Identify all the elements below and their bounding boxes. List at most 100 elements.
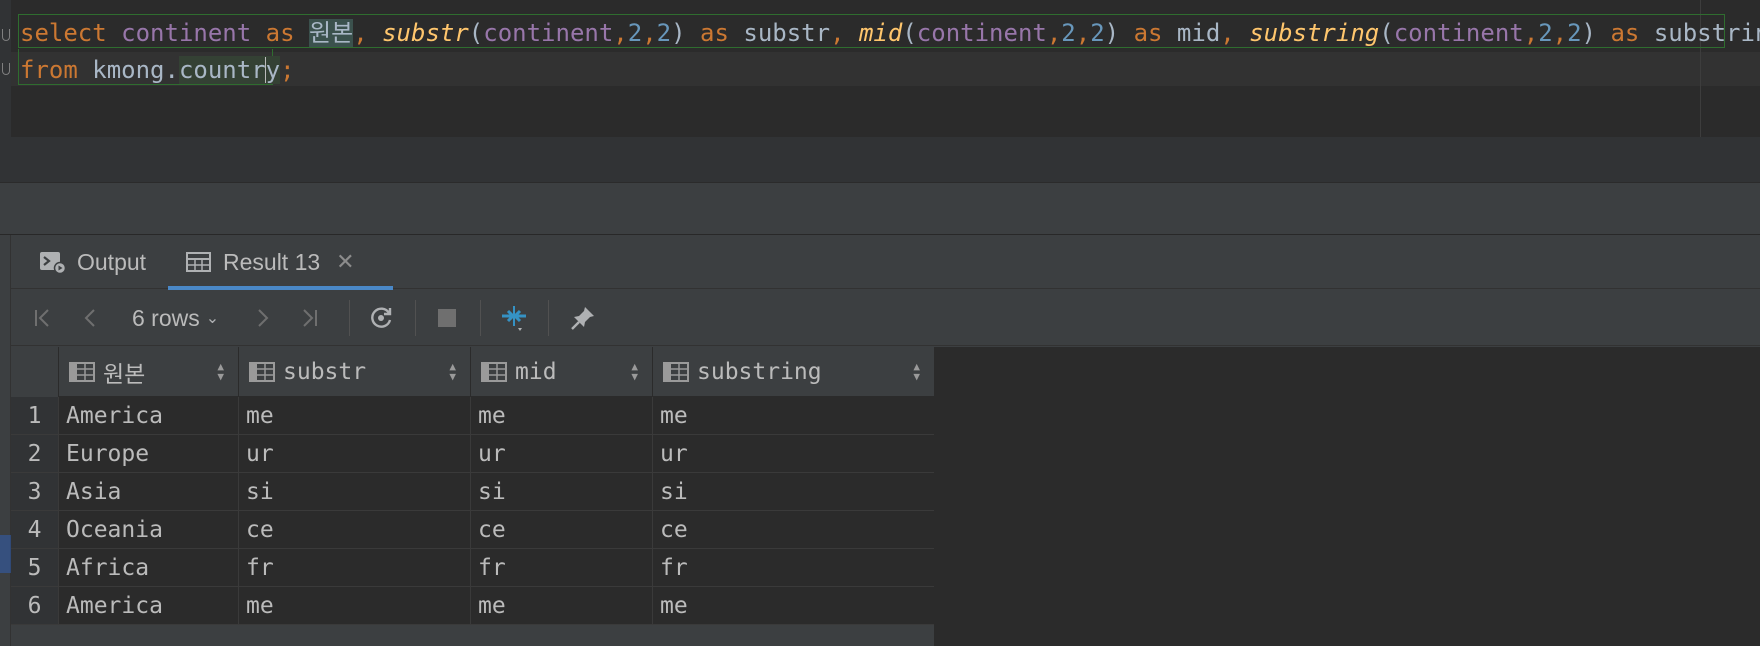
editor-empty-area[interactable] (0, 137, 1760, 182)
table-cell[interactable]: Oceania (58, 511, 238, 549)
table-cell[interactable]: fr (470, 549, 652, 587)
keyword-token: as (1133, 19, 1163, 47)
table-token: countr (178, 56, 266, 84)
table-cell[interactable]: fr (238, 549, 470, 587)
table-cell[interactable]: me (238, 397, 470, 435)
alias-token: 원본 (309, 19, 354, 47)
table-cell[interactable]: si (652, 473, 934, 511)
sort-arrows-icon[interactable]: ▲ ▼ (913, 361, 920, 382)
number-token: 2 (1061, 19, 1076, 47)
column-token: continent (916, 19, 1047, 47)
reload-icon[interactable] (362, 298, 402, 338)
table-cell[interactable]: me (652, 397, 934, 435)
table-cell[interactable]: ce (470, 511, 652, 549)
comma-token: , (1075, 19, 1091, 47)
table-cell[interactable]: ur (470, 435, 652, 473)
function-token: substring (1249, 19, 1380, 47)
sort-arrows-icon[interactable]: ▲ ▼ (217, 361, 224, 382)
column-header[interactable]: substr ▲ ▼ (238, 347, 470, 397)
column-token: continent (1393, 19, 1524, 47)
row-number[interactable]: 5 (11, 549, 58, 587)
panel-splitter[interactable] (0, 182, 1760, 235)
column-header[interactable]: substring ▲ ▼ (652, 347, 934, 397)
table-cell[interactable]: ce (652, 511, 934, 549)
fold-marker-icon[interactable] (2, 63, 10, 75)
comma-token: , (613, 19, 628, 47)
keyword-token: from (20, 56, 78, 84)
column-header-label: substr (283, 359, 367, 385)
code-line-2[interactable]: from kmong.country; (20, 53, 295, 87)
row-number[interactable]: 3 (11, 473, 58, 511)
code-line-1[interactable]: select continent as 원본, substr ( continent… (20, 16, 1760, 50)
table-row[interactable]: 6 America me me me (11, 587, 934, 625)
table-cell[interactable]: me (470, 397, 652, 435)
table-row[interactable]: 5 Africa fr fr fr (11, 549, 934, 587)
grid-empty-area (934, 347, 1760, 646)
table-icon (185, 250, 213, 274)
toolbar-separator (349, 300, 350, 336)
tab-result-13[interactable]: Result 13 ✕ (168, 235, 393, 290)
result-grid: 원본 ▲ ▼ substr ▲ ▼ mid ▲ ▼ substring ▲ ▼ … (11, 347, 934, 646)
table-cell[interactable]: Asia (58, 473, 238, 511)
paren-token: ( (468, 19, 484, 47)
table-cell[interactable]: me (470, 587, 652, 625)
first-page-icon[interactable] (25, 298, 61, 338)
alias-token: mid (1176, 19, 1221, 47)
pin-icon[interactable] (563, 298, 603, 338)
fold-marker-icon[interactable] (2, 29, 10, 41)
last-page-icon[interactable] (291, 298, 327, 338)
paren-token: ) (1104, 19, 1120, 47)
table-row[interactable]: 4 Oceania ce ce ce (11, 511, 934, 549)
stop-icon[interactable] (427, 298, 467, 338)
table-cell[interactable]: America (58, 397, 238, 435)
keyword-token: select (20, 19, 107, 47)
next-page-icon[interactable] (244, 298, 280, 338)
table-row[interactable]: 1 America me me me (11, 397, 934, 435)
alias-token: substring (1653, 19, 1760, 47)
row-number[interactable]: 6 (11, 587, 58, 625)
comma-token: , (1046, 19, 1062, 47)
column-header[interactable]: mid ▲ ▼ (470, 347, 652, 397)
rows-count-dropdown[interactable]: 6 rows ⌄ (132, 298, 219, 338)
services-tool-window: Output Result 13 ✕ 6 rows ⌄ 원본 ▲ ▼ subst… (0, 235, 1760, 646)
table-cell[interactable]: America (58, 587, 238, 625)
row-number[interactable]: 4 (11, 511, 58, 549)
table-cell[interactable]: ur (652, 435, 934, 473)
table-cell[interactable]: me (652, 587, 934, 625)
toolbar-separator (480, 300, 481, 336)
table-cell[interactable]: si (470, 473, 652, 511)
tab-output[interactable]: Output (39, 235, 146, 289)
table-cell[interactable]: ur (238, 435, 470, 473)
column-header[interactable]: 원본 ▲ ▼ (58, 347, 238, 397)
table-row[interactable]: 2 Europe ur ur ur (11, 435, 934, 473)
result-toolbar: 6 rows ⌄ (11, 290, 1760, 346)
table-cell[interactable]: si (238, 473, 470, 511)
table-cell[interactable]: fr (652, 549, 934, 587)
row-number[interactable]: 2 (11, 435, 58, 473)
comma-token: , (1552, 19, 1568, 47)
table-row[interactable]: 3 Asia si si si (11, 473, 934, 511)
close-icon[interactable]: ✕ (336, 249, 354, 275)
table-cell[interactable]: me (238, 587, 470, 625)
toolbar-separator (548, 300, 549, 336)
console-run-icon (39, 250, 67, 275)
sort-arrows-icon[interactable]: ▲ ▼ (631, 361, 638, 382)
chevron-down-icon: ⌄ (205, 310, 220, 327)
table-cell[interactable]: Europe (58, 435, 238, 473)
sort-arrows-icon[interactable]: ▲ ▼ (449, 361, 456, 382)
column-token: continent (121, 19, 252, 47)
row-number[interactable]: 1 (11, 397, 58, 435)
previous-page-icon[interactable] (73, 298, 109, 338)
tab-output-label: Output (77, 248, 147, 275)
alias-token: substr (743, 19, 831, 47)
column-table-icon (69, 361, 95, 383)
table-cell[interactable]: ce (238, 511, 470, 549)
number-token: 2 (627, 19, 643, 47)
table-cell[interactable]: Africa (58, 549, 238, 587)
column-header-label: 원본 (103, 362, 146, 388)
sql-editor[interactable]: select continent as 원본, substr ( continent… (0, 0, 1760, 137)
comma-token: , (1523, 19, 1539, 47)
column-table-icon (249, 361, 275, 383)
toolbar-separator (415, 300, 416, 336)
compare-icon[interactable] (492, 298, 536, 338)
